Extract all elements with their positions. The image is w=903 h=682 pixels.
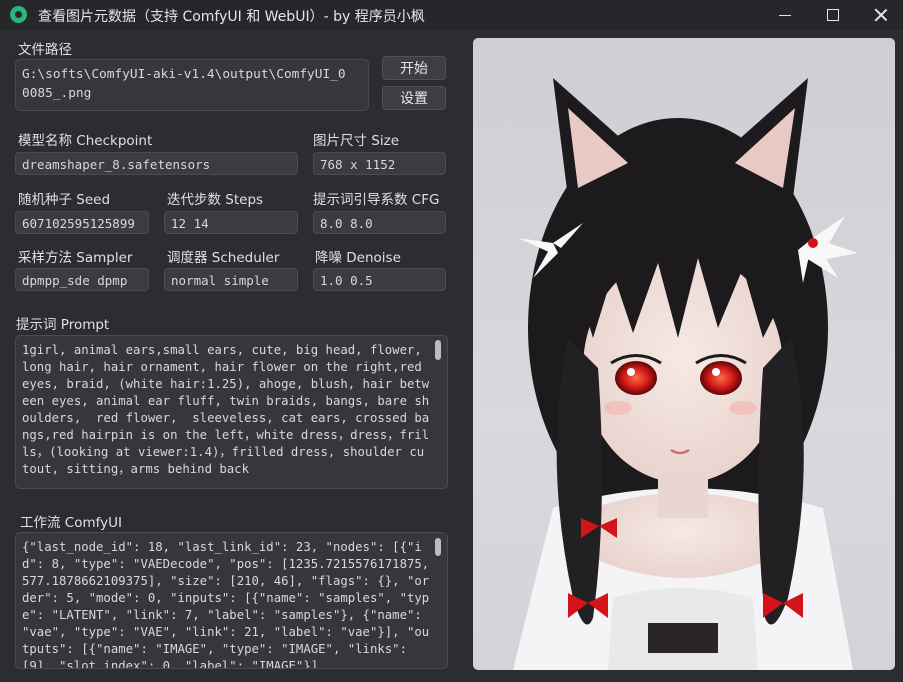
checkpoint-field[interactable]: dreamshaper_8.safetensors <box>15 152 298 175</box>
prompt-scrollbar[interactable] <box>435 340 441 360</box>
denoise-field[interactable]: 1.0 0.5 <box>313 268 446 291</box>
seed-field[interactable]: 607102595125899 <box>15 211 149 234</box>
steps-label: 迭代步数 Steps <box>167 192 264 208</box>
preview-illustration <box>513 78 858 670</box>
workflow-label: 工作流 ComfyUI <box>20 515 122 531</box>
close-icon <box>874 8 888 22</box>
settings-button[interactable]: 设置 <box>382 86 446 110</box>
size-label: 图片尺寸 Size <box>313 133 400 149</box>
prompt-label: 提示词 Prompt <box>16 317 110 333</box>
minimize-button[interactable] <box>762 0 808 30</box>
prompt-textarea[interactable]: 1girl, animal ears,small ears, cute, big… <box>15 335 448 489</box>
title-bar: 查看图片元数据（支持 ComfyUI 和 WebUI）- by 程序员小枫 <box>0 0 903 30</box>
scheduler-field[interactable]: normal simple <box>164 268 298 291</box>
right-eye <box>700 361 742 395</box>
denoise-label: 降噪 Denoise <box>315 250 401 266</box>
sampler-field[interactable]: dpmpp_sde dpmp <box>15 268 149 291</box>
cfg-field[interactable]: 8.0 8.0 <box>313 211 446 234</box>
seed-label: 随机种子 Seed <box>18 192 111 208</box>
size-field[interactable]: 768 x 1152 <box>313 152 446 175</box>
left-eye-highlight <box>627 368 635 376</box>
sampler-label: 采样方法 Sampler <box>18 250 133 266</box>
file-path-label: 文件路径 <box>18 42 72 58</box>
maximize-icon <box>827 9 839 21</box>
workflow-textarea[interactable]: {"last_node_id": 18, "last_link_id": 23,… <box>15 532 448 669</box>
left-eye <box>615 361 657 395</box>
checkpoint-label: 模型名称 Checkpoint <box>18 133 153 149</box>
dress-lace <box>648 623 718 653</box>
steps-field[interactable]: 12 14 <box>164 211 298 234</box>
maximize-button[interactable] <box>810 0 856 30</box>
close-button[interactable] <box>858 0 903 30</box>
app-logo-icon <box>10 6 27 23</box>
start-button[interactable]: 开始 <box>382 56 446 80</box>
workflow-scrollbar[interactable] <box>435 538 441 556</box>
file-path-input[interactable]: G:\softs\ComfyUI-aki-v1.4\output\ComfyUI… <box>15 59 369 111</box>
window-title: 查看图片元数据（支持 ComfyUI 和 WebUI）- by 程序员小枫 <box>38 9 425 25</box>
scheduler-label: 调度器 Scheduler <box>167 250 280 266</box>
cfg-label: 提示词引导系数 CFG <box>313 192 440 208</box>
right-eye-highlight <box>712 368 720 376</box>
image-preview <box>473 38 895 670</box>
minimize-icon <box>779 14 791 16</box>
